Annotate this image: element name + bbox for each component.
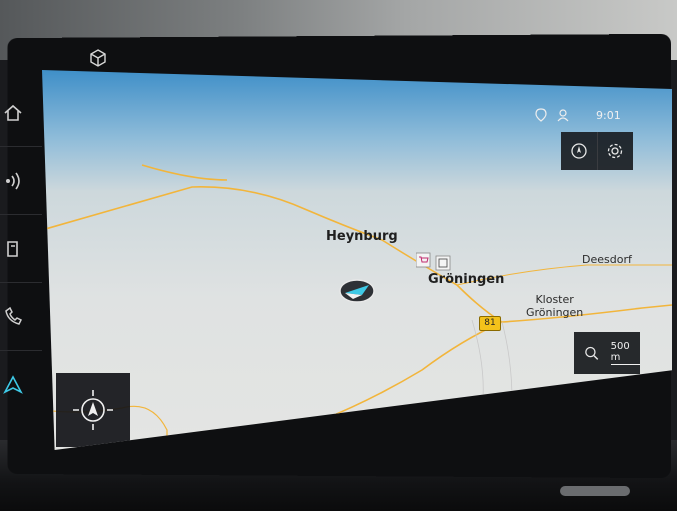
recenter-button[interactable]: [56, 373, 130, 447]
compass-north-icon: [571, 143, 587, 159]
settings-button[interactable]: [596, 132, 634, 170]
kloster-line-2: Gröningen: [526, 306, 584, 319]
left-dock: [0, 80, 44, 440]
place-label-groningen[interactable]: Gröningen: [428, 272, 504, 287]
location-alert-icon: [535, 108, 547, 122]
music-icon: [7, 241, 18, 257]
building-icon: [435, 255, 451, 271]
compass-button[interactable]: [561, 132, 597, 170]
home-button[interactable]: [0, 80, 42, 147]
settings-icon: [608, 143, 623, 159]
user-icon: [557, 109, 569, 122]
home-icon: [4, 104, 22, 121]
place-label-heynburg[interactable]: Heynburg: [326, 229, 398, 244]
navigation-arrow-icon: [73, 390, 113, 430]
poi-icons[interactable]: [416, 252, 460, 274]
search-icon: [585, 346, 599, 360]
map-options-panel: [561, 132, 633, 170]
status-bar: 9:01: [534, 106, 621, 124]
phone-button[interactable]: [0, 284, 42, 351]
music-button[interactable]: [0, 216, 42, 283]
road-number-badge: 81: [479, 316, 501, 331]
kloster-line-1: Kloster: [535, 293, 574, 306]
dashboard-control-knob: [560, 486, 630, 496]
radio-icon: [6, 172, 20, 190]
radio-button[interactable]: [0, 148, 42, 215]
place-label-deesdorf[interactable]: Deesdorf: [582, 253, 632, 266]
zoom-scale-panel[interactable]: 500 m: [574, 332, 640, 374]
place-label-kloster-groningen[interactable]: Kloster Gröningen: [526, 293, 583, 319]
nav-button[interactable]: [0, 352, 42, 418]
map-scale-label: 500 m: [610, 341, 640, 365]
car-position-marker: [339, 279, 375, 303]
clock: 9:01: [596, 108, 621, 122]
nav-icon: [3, 375, 23, 394]
phone-icon: [5, 306, 23, 325]
shopping-cart-icon: [416, 252, 431, 268]
cube-icon: [90, 49, 106, 67]
